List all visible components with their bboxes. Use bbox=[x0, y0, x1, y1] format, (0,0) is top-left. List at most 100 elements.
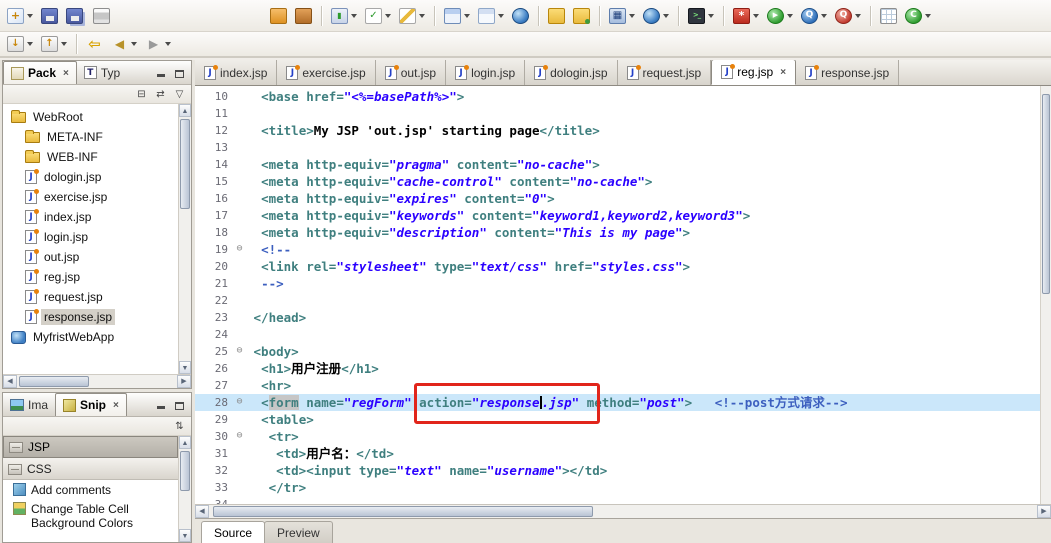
run-button[interactable]: ▶ bbox=[764, 4, 796, 28]
dropdown-arrow-icon[interactable] bbox=[498, 13, 504, 18]
view-tab-typ[interactable]: Typ bbox=[77, 61, 127, 84]
editor-tab-reg-jsp[interactable]: reg.jsp × bbox=[711, 60, 797, 85]
dropdown-arrow-icon[interactable] bbox=[61, 42, 67, 46]
code-text[interactable] bbox=[246, 326, 1040, 343]
scroll-down-icon[interactable]: ▼ bbox=[179, 529, 191, 542]
next-annotation-button[interactable]: ↓ bbox=[4, 32, 36, 56]
code-text[interactable] bbox=[246, 105, 1040, 122]
new-window-button[interactable] bbox=[441, 4, 473, 28]
scroll-track[interactable] bbox=[179, 117, 191, 361]
code-text[interactable]: <tr> bbox=[246, 428, 1040, 445]
code-text[interactable]: <meta http-equiv="expires" content="0"> bbox=[246, 190, 1040, 207]
open-file-button[interactable] bbox=[545, 4, 568, 28]
dropdown-arrow-icon[interactable] bbox=[385, 13, 391, 18]
scroll-up-icon[interactable]: ▲ bbox=[179, 436, 191, 449]
code-text[interactable]: <meta http-equiv="cache-control" content… bbox=[246, 173, 1040, 190]
palette-drawer-jsp[interactable]: JSP bbox=[3, 436, 178, 458]
preview-in-browser-button[interactable] bbox=[640, 4, 672, 28]
tree-horizontal-scrollbar[interactable]: ◀ ▶ bbox=[3, 374, 191, 388]
code-text[interactable]: <meta http-equiv="pragma" content="no-ca… bbox=[246, 156, 1040, 173]
dropdown-arrow-icon[interactable] bbox=[708, 13, 714, 18]
scroll-track[interactable] bbox=[179, 449, 191, 529]
fold-collapse-icon[interactable]: ⊖ bbox=[233, 343, 246, 360]
link-with-editor-button[interactable]: ⇄ bbox=[152, 89, 169, 100]
scroll-left-icon[interactable]: ◀ bbox=[3, 375, 17, 388]
profile-button[interactable]: Q bbox=[832, 4, 864, 28]
tree-item-request-jsp[interactable]: request.jsp bbox=[3, 287, 178, 307]
data-table-button[interactable] bbox=[877, 4, 900, 28]
tree-item-myfristwebapp[interactable]: MyfristWebApp bbox=[3, 327, 178, 347]
tree-item-exercise-jsp[interactable]: exercise.jsp bbox=[3, 187, 178, 207]
code-text[interactable] bbox=[246, 139, 1040, 156]
previous-annotation-button[interactable]: ↑ bbox=[38, 32, 70, 56]
scroll-right-icon[interactable]: ▶ bbox=[1037, 505, 1051, 518]
editor-tab-exercise-jsp[interactable]: exercise.jsp bbox=[277, 60, 376, 85]
new-web-project-button[interactable]: ▦ bbox=[606, 4, 638, 28]
back-history-button[interactable]: ◀ bbox=[108, 32, 140, 56]
collapse-all-button[interactable]: ⊟ bbox=[133, 89, 150, 100]
tree-item-out-jsp[interactable]: out.jsp bbox=[3, 247, 178, 267]
editor-tab-request-jsp[interactable]: request.jsp bbox=[617, 60, 712, 85]
console-button[interactable]: >_ bbox=[685, 4, 717, 28]
forward-history-button[interactable]: ▶ bbox=[142, 32, 174, 56]
view-tab-snip[interactable]: Snip × bbox=[55, 393, 127, 416]
tree-item-meta-inf[interactable]: META-INF bbox=[3, 127, 178, 147]
minimize-button[interactable] bbox=[153, 397, 168, 411]
code-text[interactable]: <td>用户名：</td> bbox=[246, 445, 1040, 462]
editor-tab-dologin-jsp[interactable]: dologin.jsp bbox=[525, 60, 618, 85]
scroll-up-icon[interactable]: ▲ bbox=[179, 104, 191, 117]
code-text[interactable]: <meta http-equiv="description" content="… bbox=[246, 224, 1040, 241]
close-icon[interactable]: × bbox=[113, 400, 119, 411]
code-text[interactable]: --> bbox=[246, 275, 1040, 292]
code-text[interactable] bbox=[246, 496, 1040, 504]
open-perspective-button[interactable] bbox=[475, 4, 507, 28]
editor-tab-login-jsp[interactable]: login.jsp bbox=[446, 60, 526, 85]
tree-item-reg-jsp[interactable]: reg.jsp bbox=[3, 267, 178, 287]
tree-item-response-jsp[interactable]: response.jsp bbox=[3, 307, 178, 327]
code-text[interactable]: </head> bbox=[246, 309, 1040, 326]
snippet-item-change-table-cell-background-colors[interactable]: Change Table Cell Background Colors bbox=[3, 499, 178, 532]
import-resources-button[interactable] bbox=[570, 4, 593, 28]
editor-tab-response-jsp[interactable]: response.jsp bbox=[796, 60, 900, 85]
dropdown-arrow-icon[interactable] bbox=[855, 13, 861, 18]
maximize-button[interactable] bbox=[172, 65, 187, 79]
edit-attachment-button[interactable] bbox=[396, 4, 428, 28]
page-tab-source[interactable]: Source bbox=[201, 521, 266, 543]
dropdown-arrow-icon[interactable] bbox=[464, 13, 470, 18]
code-text[interactable]: </tr> bbox=[246, 479, 1040, 496]
close-icon[interactable]: × bbox=[780, 67, 786, 78]
scroll-track[interactable] bbox=[17, 375, 177, 388]
scroll-right-icon[interactable]: ▶ bbox=[177, 375, 191, 388]
close-icon[interactable]: × bbox=[63, 68, 69, 79]
dropdown-arrow-icon[interactable] bbox=[821, 13, 827, 18]
code-text[interactable]: <title>My JSP 'out.jsp' starting page</t… bbox=[246, 122, 1040, 139]
minimize-button[interactable] bbox=[153, 65, 168, 79]
editor-body[interactable]: 10 <base href="<%=basePath%>"> 11 12 <titl… bbox=[195, 86, 1051, 504]
scroll-track[interactable] bbox=[209, 505, 1037, 518]
code-text[interactable]: <base href="<%=basePath%>"> bbox=[246, 88, 1040, 105]
dropdown-arrow-icon[interactable] bbox=[663, 13, 669, 18]
tree-vertical-scrollbar[interactable]: ▲ ▼ bbox=[178, 104, 191, 374]
tree-item-webroot[interactable]: WebRoot bbox=[3, 107, 178, 127]
code-text[interactable] bbox=[246, 292, 1040, 309]
view-tab-ima[interactable]: Ima bbox=[3, 393, 55, 416]
tree-item-web-inf[interactable]: WEB-INF bbox=[3, 147, 178, 167]
scroll-thumb[interactable] bbox=[180, 119, 190, 209]
debug-search-button[interactable]: Q bbox=[798, 4, 830, 28]
editor-tab-index-jsp[interactable]: index.jsp bbox=[195, 60, 278, 85]
validate-button[interactable]: ✓ bbox=[362, 4, 394, 28]
palette-drawer-css[interactable]: CSS bbox=[3, 458, 178, 480]
maximize-button[interactable] bbox=[172, 397, 187, 411]
tree-item-dologin-jsp[interactable]: dologin.jsp bbox=[3, 167, 178, 187]
save-button[interactable] bbox=[38, 4, 61, 28]
view-tab-pack[interactable]: Pack × bbox=[3, 61, 77, 84]
fold-collapse-icon[interactable]: ⊖ bbox=[233, 428, 246, 445]
scroll-down-icon[interactable]: ▼ bbox=[179, 361, 191, 374]
dropdown-arrow-icon[interactable] bbox=[27, 42, 33, 46]
dropdown-arrow-icon[interactable] bbox=[419, 13, 425, 18]
dropdown-arrow-icon[interactable] bbox=[925, 13, 931, 18]
code-text[interactable]: <link rel="stylesheet" type="text/css" h… bbox=[246, 258, 1040, 275]
tree-item-index-jsp[interactable]: index.jsp bbox=[3, 207, 178, 227]
view-menu-button[interactable]: ▽ bbox=[171, 89, 188, 100]
dropdown-arrow-icon[interactable] bbox=[131, 42, 137, 46]
